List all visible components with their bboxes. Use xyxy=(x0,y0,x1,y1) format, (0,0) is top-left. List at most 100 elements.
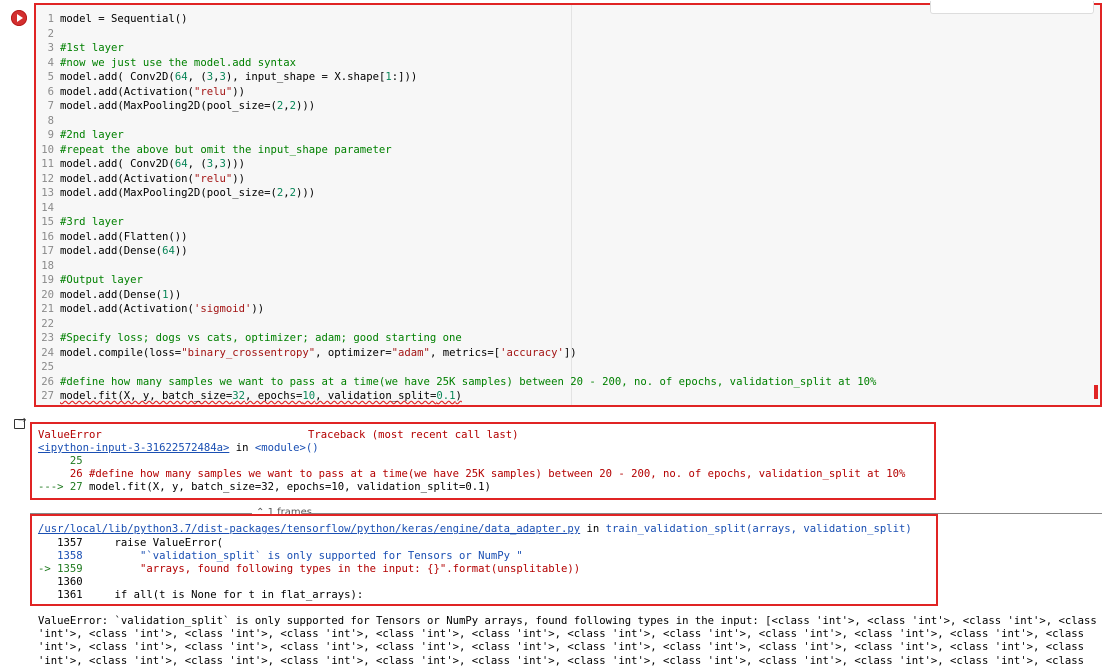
final-error-line: 'int'>, <class 'int'>, <class 'int'>, <c… xyxy=(38,654,1084,667)
code-line: 15 #3rd layer xyxy=(38,215,876,230)
line-number: 12 xyxy=(41,172,54,185)
code-token: model.add(Dense( xyxy=(60,245,163,257)
code-token: ) xyxy=(455,390,462,402)
code-token: )) xyxy=(174,245,188,257)
code-token: 0.1 xyxy=(436,390,456,402)
code-token: model = Sequential() xyxy=(60,13,188,25)
code-line: 13 model.add(MaxPooling2D(pool_size=(2,2)… xyxy=(38,186,876,201)
code-line: 18 xyxy=(38,259,876,274)
error-line-code: model.fit(X, y, batch_size=32, epochs=10… xyxy=(89,481,491,493)
frame-error-arrow: -> 1359 xyxy=(38,563,90,575)
code-token: #define how many samples we want to pass… xyxy=(60,375,877,388)
code-token: 'sigmoid' xyxy=(193,303,252,315)
code-token: ]) xyxy=(563,346,577,359)
code-token: 64 xyxy=(162,245,175,257)
line-number: 4 xyxy=(47,56,54,69)
code-line: 23 #Specify loss; dogs vs cats, optimizer… xyxy=(38,331,876,346)
code-token: , epochs= xyxy=(244,390,303,402)
code-line: 10 #repeat the above but omit the input_s… xyxy=(38,143,876,158)
frame-line-1361: 1361 if all(t is None for t in flat_arra… xyxy=(38,589,364,601)
code-token: ))) xyxy=(225,158,246,170)
code-line: 12 model.add(Activation("relu")) xyxy=(38,172,876,187)
traceback-header: Traceback (most recent call last) xyxy=(308,429,519,441)
frame-box: /usr/local/lib/python3.7/dist-packages/t… xyxy=(30,514,938,606)
code-line: 1 model = Sequential() xyxy=(38,12,876,27)
line-number: 8 xyxy=(47,114,54,127)
code-token: model.add(Dense( xyxy=(60,288,163,301)
code-line: 5 model.add( Conv2D(64, (3,3), input_shap… xyxy=(38,70,876,85)
code-token: model.fit(X, y, batch_size= xyxy=(60,390,233,402)
code-token: #3rd layer xyxy=(60,216,124,228)
code-token: "binary_crossentropy" xyxy=(181,346,316,359)
code-token: )) xyxy=(251,303,265,315)
code-line: 3 #1st layer xyxy=(38,41,876,56)
code-token: 32 xyxy=(232,390,245,402)
code-line: 8 xyxy=(38,114,876,129)
line-number: 13 xyxy=(41,187,54,199)
code-line: 26 #define how many samples we want to pa… xyxy=(38,375,876,390)
code-token: 64 xyxy=(174,158,188,170)
code-token: 'accuracy' xyxy=(500,346,564,359)
code-line: 11 model.add( Conv2D(64, (3,3))) xyxy=(38,157,876,172)
code-token: #repeat the above but omit the input_sha… xyxy=(60,143,392,156)
cell-gutter xyxy=(0,0,34,410)
code-line: 2 xyxy=(38,27,876,42)
frame-line-1357: 1357 raise ValueError( xyxy=(38,537,223,549)
run-cell-button[interactable] xyxy=(11,10,27,26)
line-number: 25 xyxy=(41,361,54,373)
code-token: :])) xyxy=(391,71,418,83)
code-line: 24 model.compile(loss="binary_crossentrop… xyxy=(38,346,876,361)
code-token: "relu" xyxy=(193,85,233,98)
line-number: 15 xyxy=(41,216,54,228)
final-error-message: ValueError: `validation_split` is only s… xyxy=(38,615,1104,668)
code-token: model.add( Conv2D( xyxy=(60,158,175,170)
code-line: 9 #2nd layer xyxy=(38,128,876,143)
line-number: 3 xyxy=(47,42,54,54)
code-line: 27 model.fit(X, y, batch_size=32, epochs=… xyxy=(38,389,876,404)
code-cell-editor[interactable]: 1 model = Sequential() 2 3 #1st layer 4 #now w… xyxy=(34,1,1102,407)
frame-header: /usr/local/lib/python3.7/dist-packages/t… xyxy=(38,523,912,535)
line-number: 9 xyxy=(47,129,54,141)
line-number: 1 xyxy=(47,13,54,25)
code-token: #Output layer xyxy=(60,274,143,286)
line-number: 21 xyxy=(41,303,54,315)
error-name: ValueError xyxy=(38,429,102,441)
code-token: #now we just use the model.add syntax xyxy=(60,56,296,69)
traceback-location: <ipython-input-3-31622572484a> in <modul… xyxy=(38,442,319,454)
line-number: 22 xyxy=(41,317,54,330)
frame-path-link[interactable]: /usr/local/lib/python3.7/dist-packages/t… xyxy=(38,523,580,535)
code-token: , ( xyxy=(187,71,207,83)
code-line: 14 xyxy=(38,201,876,216)
code-token: model.compile(loss= xyxy=(60,346,182,359)
code-token: )) xyxy=(168,288,182,301)
line-number: 20 xyxy=(41,288,54,301)
cell-toolbar[interactable] xyxy=(930,1,1094,14)
code-token: , validation_split= xyxy=(315,390,437,402)
line-number: 27 xyxy=(41,390,54,402)
final-error-line: 'int'>, <class 'int'>, <class 'int'>, <c… xyxy=(38,641,1084,654)
ipython-input-link[interactable]: <ipython-input-3-31622572484a> xyxy=(38,442,229,454)
code-token: )) xyxy=(232,85,245,98)
line-number: 23 xyxy=(41,332,54,344)
code-token: "relu" xyxy=(193,172,233,185)
code-token: #1st layer xyxy=(60,42,124,54)
code-token: #2nd layer xyxy=(60,129,124,141)
code-token: ))) xyxy=(296,187,316,199)
line-number: 24 xyxy=(41,346,54,359)
line-number: 5 xyxy=(47,71,54,83)
code-token: #Specify loss; dogs vs cats, optimizer; … xyxy=(60,332,462,344)
code-line: 22 xyxy=(38,317,876,332)
traceback-line-27: ---> 27 model.fit(X, y, batch_size=32, e… xyxy=(38,481,491,493)
error-scroll-marker xyxy=(1094,385,1098,399)
code-line: 20 model.add(Dense(1)) xyxy=(38,288,876,303)
line-number: 17 xyxy=(41,245,54,257)
line-number: 2 xyxy=(47,27,54,40)
code-line: 17 model.add(Dense(64)) xyxy=(38,244,876,259)
output-icon[interactable] xyxy=(14,415,26,429)
frame-error-code: "arrays, found following types in the in… xyxy=(89,563,581,575)
line-number: 16 xyxy=(41,230,54,243)
traceback-line-25: 25 xyxy=(38,455,83,467)
code-token: model.add(Activation( xyxy=(60,303,194,315)
code-line: 6 model.add(Activation("relu")) xyxy=(38,85,876,100)
line-number: 10 xyxy=(41,143,54,156)
